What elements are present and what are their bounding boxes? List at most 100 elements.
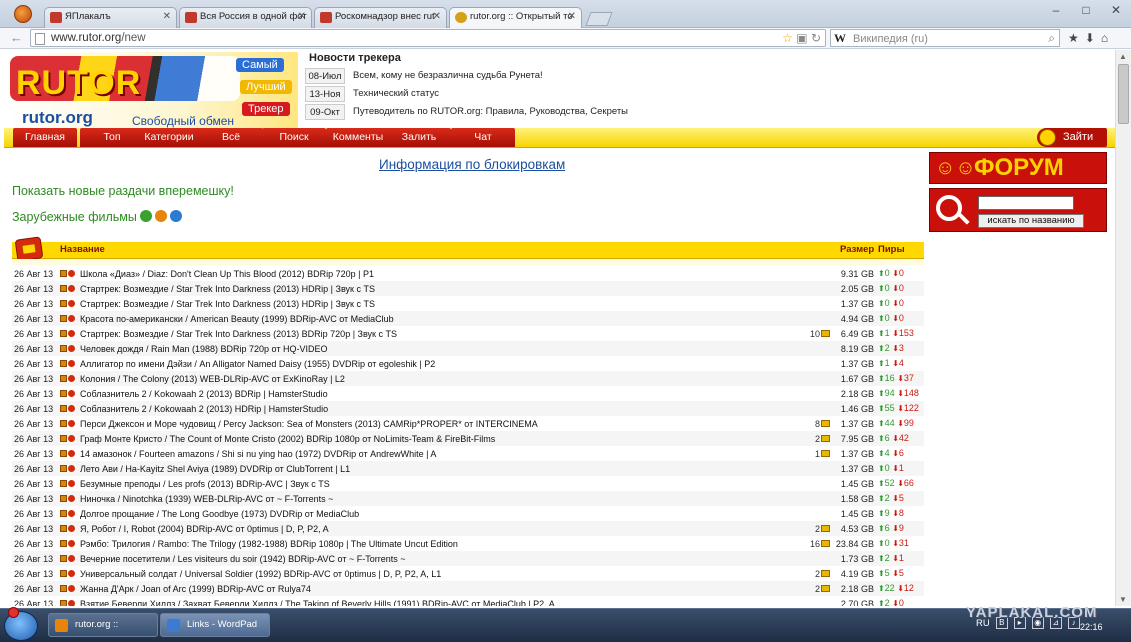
clock[interactable]: 22:16	[1080, 622, 1103, 632]
menu-item-upload[interactable]: Залить	[387, 128, 451, 147]
site-search-button[interactable]: искать по названию	[978, 214, 1084, 228]
download-icon[interactable]	[59, 269, 67, 277]
home-icon[interactable]: ⌂	[1101, 31, 1114, 45]
tab-rutor[interactable]: rutor.org :: Открытый то ✕	[449, 7, 582, 29]
download-icon[interactable]	[59, 599, 67, 606]
row-title[interactable]: Школа «Диаз» / Diaz: Don't Clean Up This…	[78, 266, 808, 281]
table-row[interactable]: 26 Авг 13 Жанна Д'Арк / Joan of Arc (1999…	[12, 581, 924, 596]
downloads-icon[interactable]: ⬇	[1085, 31, 1101, 45]
table-row[interactable]: 26 Авг 13 Красота по-американски / Americ…	[12, 311, 924, 326]
download-icon[interactable]	[59, 419, 67, 427]
magnet-icon[interactable]	[67, 374, 75, 382]
download-icon[interactable]	[59, 539, 67, 547]
row-title[interactable]: Лето Ави / Ha-Kayitz Shel Aviya (1989) D…	[77, 461, 808, 476]
download-icon[interactable]	[59, 299, 67, 307]
taskbar-wordpad[interactable]: Links - WordPad	[160, 613, 270, 637]
row-comments[interactable]	[808, 356, 832, 371]
tab-vsya-rossiya[interactable]: Вся Россия в одной фот ✕	[179, 7, 312, 28]
row-title[interactable]: Рэмбо: Трилогия / Rambo: The Trilogy (19…	[78, 536, 808, 551]
row-comments[interactable]	[807, 491, 832, 506]
row-title[interactable]: Колония / The Colony (2013) WEB-DLRip-AV…	[77, 371, 808, 386]
row-comments[interactable]: 10	[808, 326, 832, 341]
row-comments[interactable]	[807, 371, 832, 386]
block-info-link[interactable]: Информация по блокировкам	[379, 157, 565, 172]
row-comments[interactable]: 16	[808, 536, 832, 551]
row-comments[interactable]	[808, 296, 832, 311]
magnet-icon[interactable]	[67, 539, 75, 547]
table-row[interactable]: 26 Авг 13 Я, Робот / I, Robot (2004) BDRi…	[12, 521, 924, 536]
site-logo[interactable]: RUTOR Самый Лучший Трекер rutor.org Своб…	[6, 52, 298, 128]
bookmark-star-icon[interactable]: ☆	[782, 31, 793, 45]
random-releases-link[interactable]: Показать новые раздачи вперемешку!	[12, 184, 234, 198]
magnet-icon[interactable]	[67, 284, 75, 292]
forum-banner[interactable]: ☺☺ ФОРУМ	[929, 152, 1107, 184]
table-row[interactable]: 26 Авг 13 Колония / The Colony (2013) WEB…	[12, 371, 924, 386]
close-tab-icon[interactable]: ✕	[568, 11, 576, 22]
scroll-thumb[interactable]	[1118, 64, 1129, 124]
download-icon[interactable]	[59, 404, 67, 412]
row-comments[interactable]: 2	[808, 566, 832, 581]
magnet-icon[interactable]	[67, 599, 75, 606]
row-comments[interactable]	[807, 341, 832, 356]
back-icon[interactable]: ←	[10, 30, 23, 45]
scroll-down-icon[interactable]: ▼	[1119, 595, 1127, 604]
table-row[interactable]: 26 Авг 13 Человек дождя / Rain Man (1988)…	[12, 341, 924, 356]
table-row[interactable]: 26 Авг 13 Лето Ави / Ha-Kayitz Shel Aviya…	[12, 461, 924, 476]
magnet-icon[interactable]	[67, 389, 75, 397]
row-comments[interactable]	[808, 476, 832, 491]
table-row[interactable]: 26 Авг 13 Безумные преподы / Les profs (2…	[12, 476, 924, 491]
row-comments[interactable]	[807, 311, 832, 326]
menu-item-all[interactable]: Всё	[199, 128, 263, 147]
close-tab-icon[interactable]: ✕	[298, 11, 306, 22]
download-icon[interactable]	[59, 329, 67, 337]
table-row[interactable]: 26 Авг 13 Граф Монте Кристо / The Count o…	[12, 431, 924, 446]
table-row[interactable]: 26 Авг 13 Взятие Беверли Хиллз / Захват Б…	[12, 596, 924, 606]
row-title[interactable]: Соблазнитель 2 / Kokowaah 2 (2013) BDRip…	[78, 386, 808, 401]
minimize-icon[interactable]: –	[1041, 0, 1071, 20]
row-title[interactable]: Красота по-американски / American Beauty…	[77, 311, 808, 326]
row-title[interactable]: Аллигатор по имени Дэйзи / An Alligator …	[78, 356, 808, 371]
table-row[interactable]: 26 Авг 13 Перси Джексон и Море чудовищ / …	[12, 416, 924, 431]
download-icon[interactable]	[59, 464, 67, 472]
download-icon[interactable]	[59, 359, 67, 367]
magnet-icon[interactable]	[67, 524, 75, 532]
download-icon[interactable]	[59, 584, 67, 592]
row-title[interactable]: Граф Монте Кристо / The Count of Monte C…	[77, 431, 808, 446]
table-row[interactable]: 26 Авг 13 Соблазнитель 2 / Kokowaah 2 (20…	[12, 386, 924, 401]
download-icon[interactable]	[59, 449, 67, 457]
download-icon[interactable]	[59, 479, 67, 487]
magnet-icon[interactable]	[67, 314, 75, 322]
magnet-icon[interactable]	[67, 344, 75, 352]
row-title[interactable]: Безумные преподы / Les profs (2013) BDRi…	[78, 476, 808, 491]
table-row[interactable]: 26 Авг 13 Стартрек: Возмездие / Star Trek…	[12, 296, 924, 311]
row-comments[interactable]	[807, 461, 832, 476]
magnet-icon[interactable]	[67, 509, 75, 517]
magnet-icon[interactable]	[67, 404, 75, 412]
download-icon[interactable]	[59, 554, 67, 562]
news-item[interactable]: 09-Окт Путеводитель по RUTOR.org: Правила…	[305, 103, 785, 120]
row-title[interactable]: Жанна Д'Арк / Joan of Arc (1999) BDRip-A…	[77, 581, 808, 596]
row-comments[interactable]	[808, 266, 832, 281]
column-peers[interactable]: Пиры	[878, 244, 905, 255]
magnet-icon[interactable]	[67, 419, 75, 427]
menu-item-categories[interactable]: Категории	[137, 128, 201, 147]
row-comments[interactable]	[807, 551, 832, 566]
news-item[interactable]: 08-Июл Всем, кому не безразлична судьба Р…	[305, 67, 785, 84]
reader-icon[interactable]: ▣	[796, 31, 807, 45]
magnet-icon[interactable]	[67, 584, 75, 592]
search-bar[interactable]: W Википедия (ru) ⌕	[830, 29, 1060, 47]
row-comments[interactable]	[807, 281, 832, 296]
row-title[interactable]: Ниночка / Ninotchka (1939) WEB-DLRip-AVC…	[77, 491, 808, 506]
news-item[interactable]: 13-Ноя Технический статус	[305, 85, 785, 102]
rss-icon[interactable]	[154, 210, 167, 222]
column-size[interactable]: Размер	[840, 244, 874, 255]
scroll-up-icon[interactable]: ▲	[1119, 52, 1127, 61]
download-icon[interactable]	[59, 344, 67, 352]
row-title[interactable]: Долгое прощание / The Long Goodbye (1973…	[78, 506, 808, 521]
search-icon[interactable]: ⌕	[1048, 31, 1055, 46]
bookmarks-icon[interactable]: ★	[1068, 31, 1085, 45]
table-row[interactable]: 26 Авг 13 Стартрек: Возмездие / Star Trek…	[12, 326, 924, 341]
magnet-icon[interactable]	[67, 479, 75, 487]
table-row[interactable]: 26 Авг 13 Рэмбо: Трилогия / Rambo: The Tr…	[12, 536, 924, 551]
row-title[interactable]: Человек дождя / Rain Man (1988) BDRip 72…	[77, 341, 808, 356]
